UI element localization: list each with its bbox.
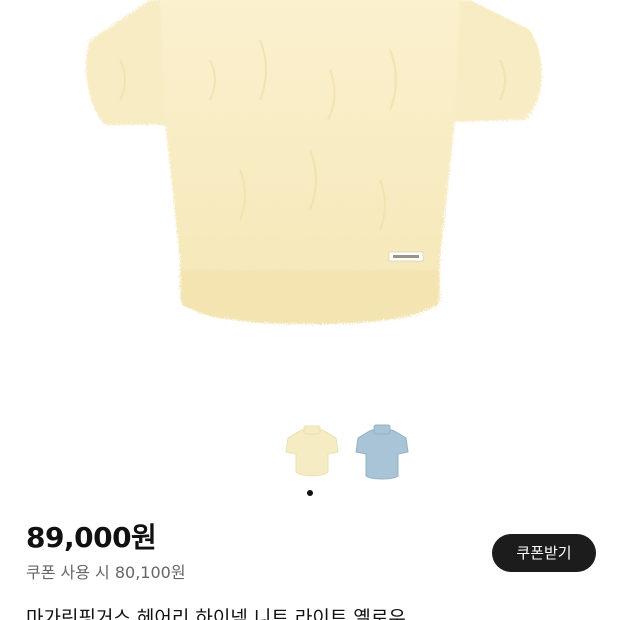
product-page: 89,000원 쿠폰 사용 시 80,100원 쿠폰받기 마가린핑거스 헤어리 …: [0, 0, 620, 620]
product-main-image[interactable]: [0, 0, 620, 400]
coupon-price-text: 쿠폰 사용 시 80,100원: [26, 563, 186, 582]
pagination-dot-active[interactable]: [307, 490, 313, 496]
pagination-dots: [0, 490, 620, 498]
yellow-sweater-thumbnail[interactable]: [282, 424, 342, 482]
blue-sweater-thumbnail[interactable]: [352, 424, 412, 482]
product-title: 마가린핑거스 헤어리 하이넥 니트 라이트 옐로우: [26, 607, 406, 620]
product-price: 89,000원: [26, 521, 157, 554]
blue-sweater-icon: [355, 424, 409, 480]
get-coupon-button[interactable]: 쿠폰받기: [492, 534, 596, 572]
sweater-illustration: [85, 0, 542, 324]
yellow-sweater-icon: [285, 425, 339, 477]
thumbnail-strip: [0, 424, 620, 484]
